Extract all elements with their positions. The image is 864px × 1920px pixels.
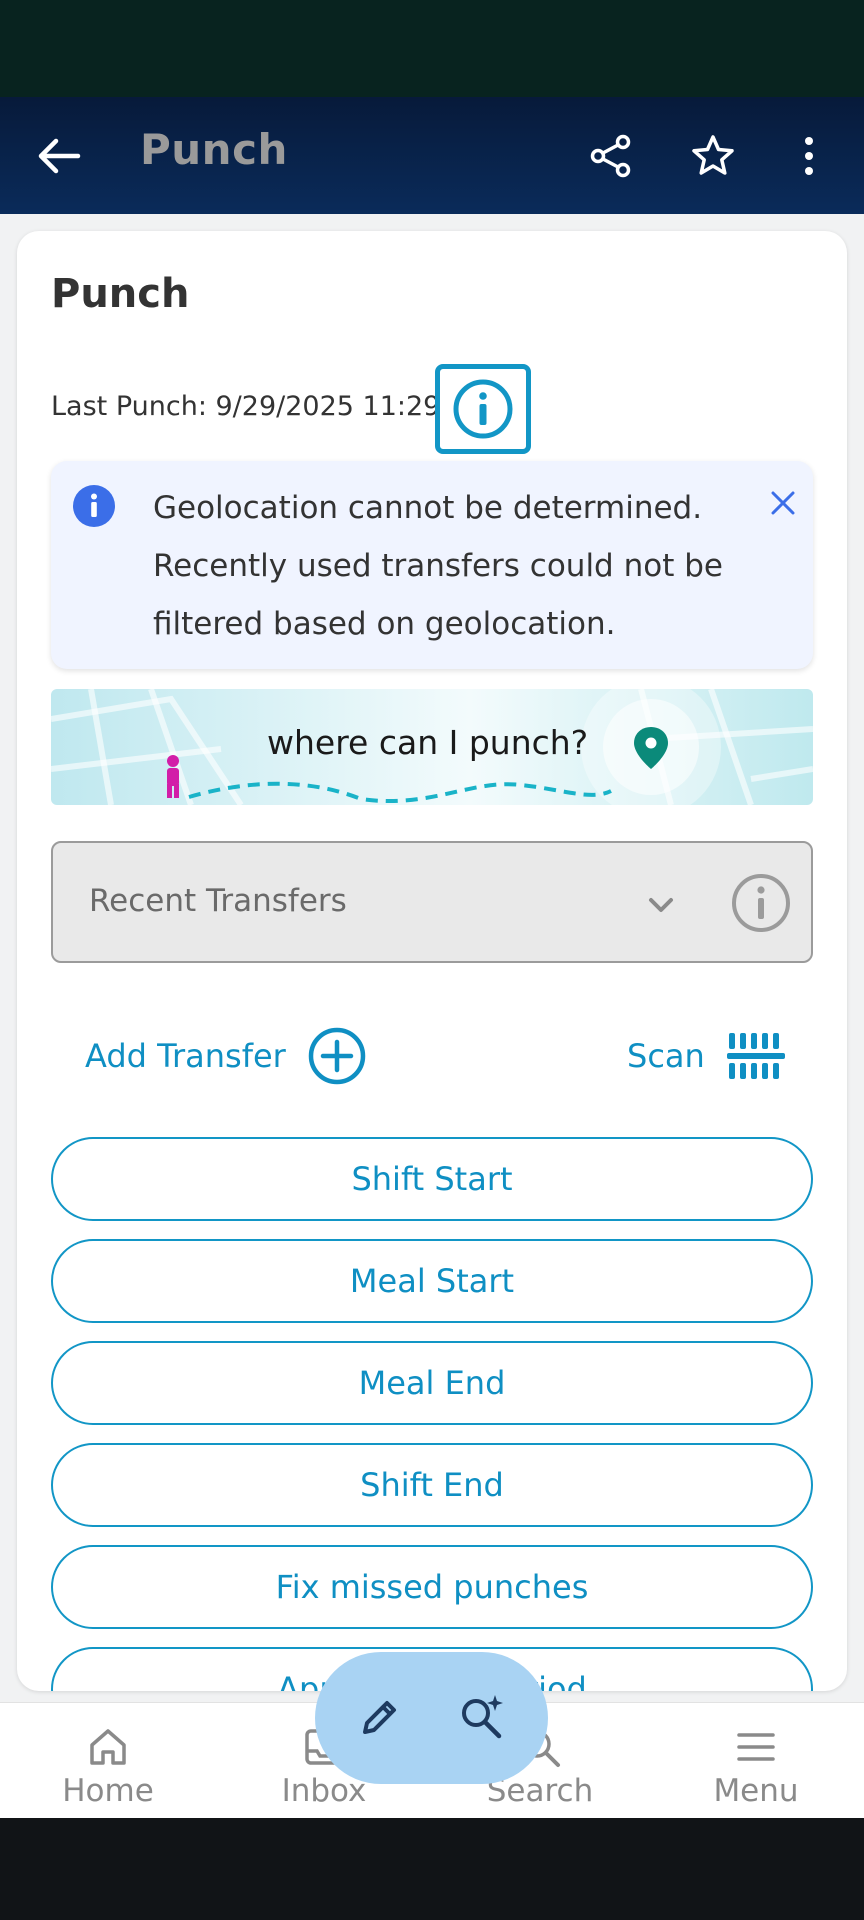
pencil-icon xyxy=(363,1701,396,1734)
content-area: Punch Last Punch: 9/29/2025 11:29 Geoloc… xyxy=(0,214,864,1702)
back-button[interactable] xyxy=(34,131,84,181)
info-icon xyxy=(732,874,790,932)
where-can-i-punch-banner[interactable]: where can I punch? xyxy=(51,689,813,805)
shift-end-button[interactable]: Shift End xyxy=(51,1443,813,1527)
scan-button[interactable]: Scan xyxy=(627,1026,785,1086)
chevron-down-icon xyxy=(649,898,673,912)
share-button[interactable] xyxy=(588,133,634,179)
system-navigation-bar xyxy=(0,1818,864,1920)
home-icon xyxy=(90,1729,126,1765)
geolocation-alert: Geolocation cannot be determined. Recent… xyxy=(51,461,813,669)
nav-home[interactable]: Home xyxy=(0,1703,216,1819)
app-bar-title: Punch xyxy=(140,125,288,174)
close-icon xyxy=(771,491,795,515)
recent-transfers-select[interactable]: Recent Transfers xyxy=(51,841,813,963)
meal-start-button[interactable]: Meal Start xyxy=(51,1239,813,1323)
menu-icon xyxy=(737,1733,775,1761)
nav-home-label: Home xyxy=(62,1773,154,1809)
nav-menu[interactable]: Menu xyxy=(648,1703,864,1819)
edit-button[interactable] xyxy=(355,1694,403,1742)
ai-search-button[interactable] xyxy=(457,1692,507,1742)
back-arrow-icon xyxy=(38,138,81,174)
meal-end-button[interactable]: Meal End xyxy=(51,1341,813,1425)
info-icon xyxy=(73,485,115,527)
scan-label: Scan xyxy=(627,1037,705,1075)
card-title: Punch xyxy=(51,271,190,317)
banner-text: where can I punch? xyxy=(267,723,589,762)
alert-message: Geolocation cannot be determined. Recent… xyxy=(153,490,723,642)
app-bar: Punch xyxy=(0,97,864,214)
last-punch-text: Last Punch: 9/29/2025 11:29 xyxy=(51,391,441,422)
plus-circle-icon xyxy=(308,1027,366,1085)
barcode-icon xyxy=(726,1033,785,1079)
person-figure xyxy=(167,755,179,798)
favorite-button[interactable] xyxy=(690,133,736,179)
status-bar xyxy=(0,0,864,97)
share-icon xyxy=(590,134,631,178)
alert-close-button[interactable] xyxy=(765,485,801,521)
info-icon xyxy=(453,379,513,439)
recent-transfers-info-button[interactable] xyxy=(731,873,791,937)
recent-transfers-placeholder: Recent Transfers xyxy=(89,883,347,919)
punch-card: Punch Last Punch: 9/29/2025 11:29 Geoloc… xyxy=(17,231,847,1691)
star-icon xyxy=(692,135,734,175)
shift-start-button[interactable]: Shift Start xyxy=(51,1137,813,1221)
sparkle-search-icon xyxy=(462,1695,503,1739)
more-vertical-icon xyxy=(805,137,813,175)
nav-menu-label: Menu xyxy=(713,1773,799,1809)
floating-action-pill xyxy=(315,1652,548,1784)
add-transfer-label: Add Transfer xyxy=(85,1037,286,1075)
fix-missed-punches-button[interactable]: Fix missed punches xyxy=(51,1545,813,1629)
add-transfer-button[interactable]: Add Transfer xyxy=(85,1026,366,1086)
more-options-button[interactable] xyxy=(786,133,832,179)
last-punch-info-button[interactable] xyxy=(435,364,531,454)
